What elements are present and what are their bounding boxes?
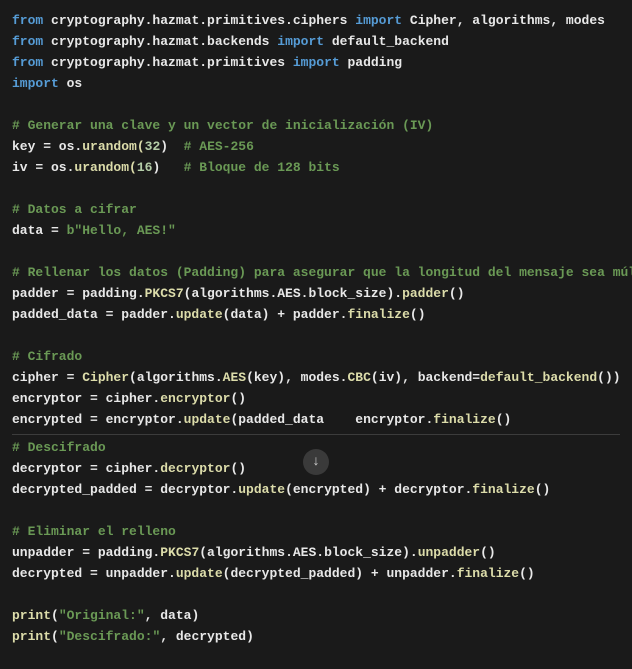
code-line: from cryptography.hazmat.primitives.ciph… bbox=[12, 10, 620, 31]
code-line: print("Original:", data) bbox=[12, 605, 620, 626]
comment-line: # Cifrado bbox=[12, 346, 620, 367]
code-line: encryptor = cipher.encryptor() bbox=[12, 388, 620, 409]
code-line: unpadder = padding.PKCS7(algorithms.AES.… bbox=[12, 542, 620, 563]
blank-line bbox=[12, 325, 620, 346]
section-divider bbox=[12, 434, 620, 435]
comment-line: # Eliminar el relleno bbox=[12, 521, 620, 542]
code-line: from cryptography.hazmat.backends import… bbox=[12, 31, 620, 52]
code-line: padder = padding.PKCS7(algorithms.AES.bl… bbox=[12, 283, 620, 304]
comment-line: # Datos a cifrar bbox=[12, 199, 620, 220]
code-block: from cryptography.hazmat.primitives.ciph… bbox=[12, 10, 620, 647]
blank-line bbox=[12, 94, 620, 115]
code-line: encrypted = encryptor.update(padded_data… bbox=[12, 409, 620, 430]
comment-line: # Generar una clave y un vector de inici… bbox=[12, 115, 620, 136]
scroll-down-icon[interactable]: ↓ bbox=[303, 449, 329, 475]
code-line: decrypted_padded = decryptor.update(encr… bbox=[12, 479, 620, 500]
code-line: from cryptography.hazmat.primitives impo… bbox=[12, 52, 620, 73]
code-line: import os bbox=[12, 73, 620, 94]
code-line: data = b"Hello, AES!" bbox=[12, 220, 620, 241]
code-line: decrypted = unpadder.update(decrypted_pa… bbox=[12, 563, 620, 584]
comment-line: # Rellenar los datos (Padding) para aseg… bbox=[12, 262, 620, 283]
code-line: print("Descifrado:", decrypted) bbox=[12, 626, 620, 647]
blank-line bbox=[12, 500, 620, 521]
code-line: key = os.urandom(32) # AES-256 bbox=[12, 136, 620, 157]
code-line: padded_data = padder.update(data) + padd… bbox=[12, 304, 620, 325]
code-line: cipher = Cipher(algorithms.AES(key), mod… bbox=[12, 367, 620, 388]
blank-line bbox=[12, 584, 620, 605]
blank-line bbox=[12, 178, 620, 199]
code-line: iv = os.urandom(16) # Bloque de 128 bits bbox=[12, 157, 620, 178]
blank-line bbox=[12, 241, 620, 262]
